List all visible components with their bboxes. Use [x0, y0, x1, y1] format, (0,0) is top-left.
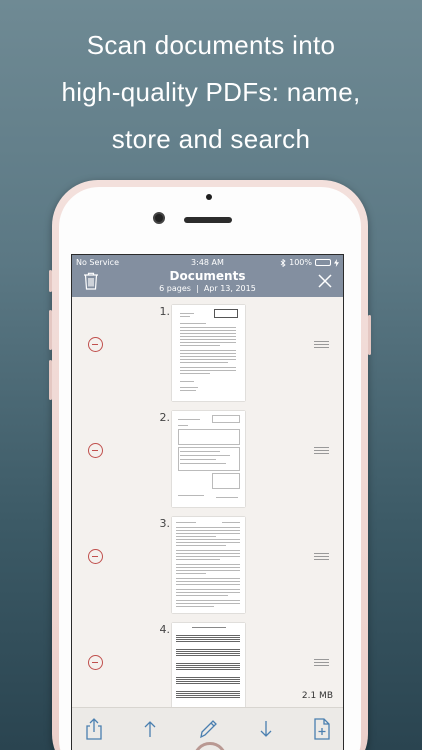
- document-title: Documents: [169, 269, 246, 283]
- mute-switch: [49, 270, 52, 292]
- page-row[interactable]: 4.: [72, 615, 343, 721]
- page-row[interactable]: 2.: [72, 403, 343, 509]
- remove-page-icon[interactable]: [88, 549, 103, 564]
- app-screen: No Service 3:48 AM 100% Documents 6 page…: [71, 254, 344, 750]
- page-thumbnail[interactable]: [172, 517, 245, 613]
- volume-up-button: [49, 310, 52, 350]
- share-icon[interactable]: [84, 717, 104, 741]
- page-thumbnail[interactable]: [172, 411, 245, 507]
- battery-icon: [315, 259, 331, 266]
- reorder-handle-icon[interactable]: [314, 659, 329, 667]
- bluetooth-icon: [280, 258, 286, 267]
- earpiece-speaker: [184, 217, 232, 223]
- page-thumbnail[interactable]: [172, 305, 245, 401]
- page-row[interactable]: 3.: [72, 509, 343, 615]
- reorder-handle-icon[interactable]: [314, 447, 329, 455]
- reorder-handle-icon[interactable]: [314, 553, 329, 561]
- charging-icon: [334, 258, 339, 267]
- page-thumbnail[interactable]: [172, 623, 245, 719]
- navigation-bar: No Service 3:48 AM 100% Documents 6 page…: [72, 255, 343, 297]
- page-number: 1.: [159, 305, 171, 318]
- reorder-handle-icon[interactable]: [314, 341, 329, 349]
- promo-line-3: store and search: [111, 124, 311, 154]
- page-number: 4.: [159, 623, 171, 636]
- promo-line-1: Scan documents into: [86, 30, 336, 60]
- page-row[interactable]: 1.: [72, 297, 343, 403]
- front-camera: [153, 212, 165, 224]
- add-page-icon[interactable]: [312, 717, 332, 741]
- battery-percent: 100%: [289, 258, 312, 267]
- remove-page-icon[interactable]: [88, 443, 103, 458]
- status-right: 100%: [280, 258, 339, 267]
- power-button: [368, 315, 371, 355]
- pencil-icon[interactable]: [198, 717, 218, 741]
- promo-line-2: high-quality PDFs: name,: [61, 77, 361, 107]
- file-size-label: 2.1 MB: [301, 691, 333, 701]
- promo-headline: Scan documents into high-quality PDFs: n…: [0, 22, 422, 163]
- volume-down-button: [49, 360, 52, 400]
- arrow-down-icon[interactable]: [256, 717, 276, 741]
- page-number: 3.: [159, 517, 171, 530]
- proximity-sensor: [206, 194, 212, 200]
- page-number: 2.: [159, 411, 171, 424]
- page-list: 1. 2. 3. 4.: [72, 297, 343, 719]
- remove-page-icon[interactable]: [88, 337, 103, 352]
- document-subtitle: 6 pages | Apr 13, 2015: [159, 284, 256, 293]
- remove-page-icon[interactable]: [88, 655, 103, 670]
- close-icon[interactable]: [318, 274, 332, 288]
- arrow-up-icon[interactable]: [140, 717, 160, 741]
